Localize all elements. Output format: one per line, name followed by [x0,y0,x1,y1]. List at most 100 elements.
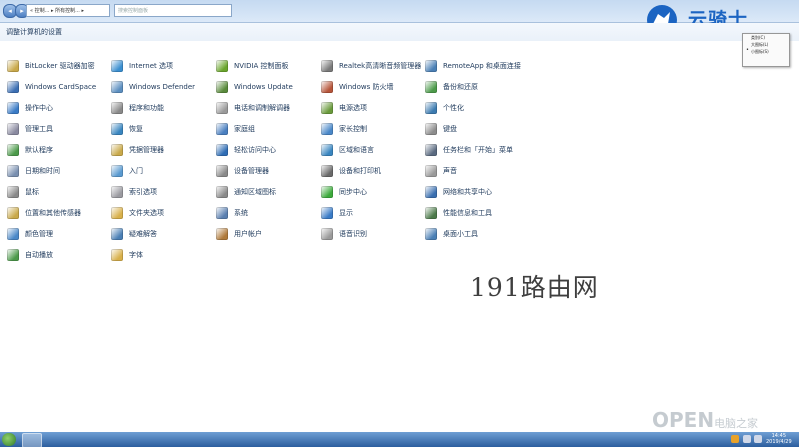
view-by-menu: 类别(C) 大图标(L) 小图标(S) [742,33,790,67]
control-panel-item[interactable]: 鼠标 [7,185,39,199]
taskbar: 14:45 2019/4/29 [0,432,799,448]
control-panel-item[interactable]: 颜色管理 [7,227,53,241]
control-panel-item[interactable]: 同步中心 [321,185,367,199]
control-panel-item[interactable]: 默认程序 [7,143,53,157]
control-panel-item-icon [111,102,123,114]
control-panel-item-icon [425,123,437,135]
control-panel-item[interactable]: 字体 [111,248,143,262]
control-panel-item[interactable]: 位置和其他传感器 [7,206,81,220]
control-panel-item-icon [216,123,228,135]
control-panel-item[interactable]: 显示 [321,206,353,220]
control-panel-item[interactable]: BitLocker 驱动器加密 [7,59,95,73]
control-panel-item-label: 颜色管理 [25,230,53,238]
control-panel-item-icon [425,81,437,93]
control-panel-item-label: 管理工具 [25,125,53,133]
control-panel-item-icon [321,144,333,156]
control-panel-item[interactable]: Windows Defender [111,80,195,94]
control-panel-item-label: 恢复 [129,125,143,133]
control-panel-item-icon [111,186,123,198]
taskbar-window-button[interactable] [22,433,42,448]
control-panel-item-label: 电源选项 [339,104,367,112]
control-panel-item[interactable]: Windows 防火墙 [321,80,393,94]
control-panel-item[interactable]: 疑难解答 [111,227,157,241]
control-panel-item[interactable]: NVIDIA 控制面板 [216,59,289,73]
control-panel-item[interactable]: 轻松访问中心 [216,143,276,157]
control-panel-item-label: 网络和共享中心 [443,188,492,196]
control-panel-item-label: 入门 [129,167,143,175]
start-button[interactable] [2,433,16,446]
address-bar[interactable]: « 控制... ▸ 所有控制... ▸ [26,4,110,17]
control-panel-item[interactable]: 系统 [216,206,248,220]
control-panel-item[interactable]: 语音识别 [321,227,367,241]
control-panel-item[interactable]: 备份和还原 [425,80,478,94]
control-panel-item[interactable]: 设备和打印机 [321,164,381,178]
control-panel-item[interactable]: 自动播放 [7,248,53,262]
control-panel-item[interactable]: 通知区域图标 [216,185,276,199]
control-panel-item[interactable]: 家长控制 [321,122,367,136]
control-panel-item[interactable]: Realtek高清晰音频管理器 [321,59,421,73]
control-panel-item-label: NVIDIA 控制面板 [234,62,289,70]
control-panel-item[interactable]: 恢复 [111,122,143,136]
tray-network-icon[interactable] [743,435,751,443]
control-panel-item[interactable]: 凭据管理器 [111,143,164,157]
control-panel-item-label: 日期和时间 [25,167,60,175]
control-panel-item[interactable]: Windows CardSpace [7,80,96,94]
control-panel-item-label: 声音 [443,167,457,175]
control-panel-item[interactable]: 桌面小工具 [425,227,478,241]
control-panel-item-label: 疑难解答 [129,230,157,238]
control-panel-item[interactable]: 设备管理器 [216,164,269,178]
control-panel-item-label: 文件夹选项 [129,209,164,217]
control-panel-item-icon [321,165,333,177]
control-panel-item[interactable]: 任务栏和「开始」菜单 [425,143,513,157]
control-panel-item[interactable]: 个性化 [425,101,464,115]
control-panel-item[interactable]: 日期和时间 [7,164,60,178]
control-panel-item-label: 键盘 [443,125,457,133]
control-panel-item-label: 语音识别 [339,230,367,238]
page-title: 调整计算机的设置 [6,28,62,36]
control-panel-item-icon [425,60,437,72]
control-panel-item[interactable]: 程序和功能 [111,101,164,115]
tray-volume-icon[interactable] [754,435,762,443]
control-panel-item[interactable]: 家庭组 [216,122,255,136]
control-panel-item[interactable]: 电源选项 [321,101,367,115]
control-panel-item-label: 字体 [129,251,143,259]
control-panel-item-label: Windows CardSpace [25,83,97,91]
search-input[interactable]: 搜索控制面板 [114,4,232,17]
view-menu-item-category[interactable]: 类别(C) [743,34,789,41]
tray-app-icon[interactable] [731,435,739,443]
control-panel-item-label: 同步中心 [339,188,367,196]
view-menu-item-large-icons[interactable]: 大图标(L) [743,41,789,48]
control-panel-item[interactable]: 操作中心 [7,101,53,115]
control-panel-item-icon [216,102,228,114]
control-panel-item[interactable]: 键盘 [425,122,457,136]
header-strip [0,23,799,41]
control-panel-item-icon [216,60,228,72]
control-panel-item-label: 备份和还原 [443,83,478,91]
control-panel-item[interactable]: 网络和共享中心 [425,185,492,199]
control-panel-item-icon [7,144,19,156]
control-panel-item[interactable]: 性能信息和工具 [425,206,492,220]
control-panel-item-label: 性能信息和工具 [443,209,492,217]
control-panel-item[interactable]: 用户帐户 [216,227,262,241]
control-panel-item-label: 个性化 [443,104,464,112]
view-menu-item-small-icons[interactable]: 小图标(S) [743,48,789,55]
control-panel-item-icon [111,123,123,135]
control-panel-item-label: RemoteApp 和桌面连接 [443,62,521,70]
control-panel-item-icon [7,228,19,240]
control-panel-item[interactable]: 索引选项 [111,185,157,199]
control-panel-item[interactable]: 管理工具 [7,122,53,136]
control-panel-item-label: 索引选项 [129,188,157,196]
control-panel-item[interactable]: Internet 选项 [111,59,173,73]
control-panel-item-label: 电话和调制解调器 [234,104,290,112]
tray-clock[interactable]: 14:45 2019/4/29 [766,433,792,445]
control-panel-item[interactable]: 入门 [111,164,143,178]
control-panel-item[interactable]: 声音 [425,164,457,178]
control-panel-item[interactable]: RemoteApp 和桌面连接 [425,59,521,73]
control-panel-item[interactable]: 文件夹选项 [111,206,164,220]
control-panel-item[interactable]: 电话和调制解调器 [216,101,290,115]
control-panel-item[interactable]: Windows Update [216,80,293,94]
control-panel-item-icon [7,186,19,198]
control-panel-item-icon [216,207,228,219]
control-panel-item-label: 家庭组 [234,125,255,133]
control-panel-item[interactable]: 区域和语言 [321,143,374,157]
